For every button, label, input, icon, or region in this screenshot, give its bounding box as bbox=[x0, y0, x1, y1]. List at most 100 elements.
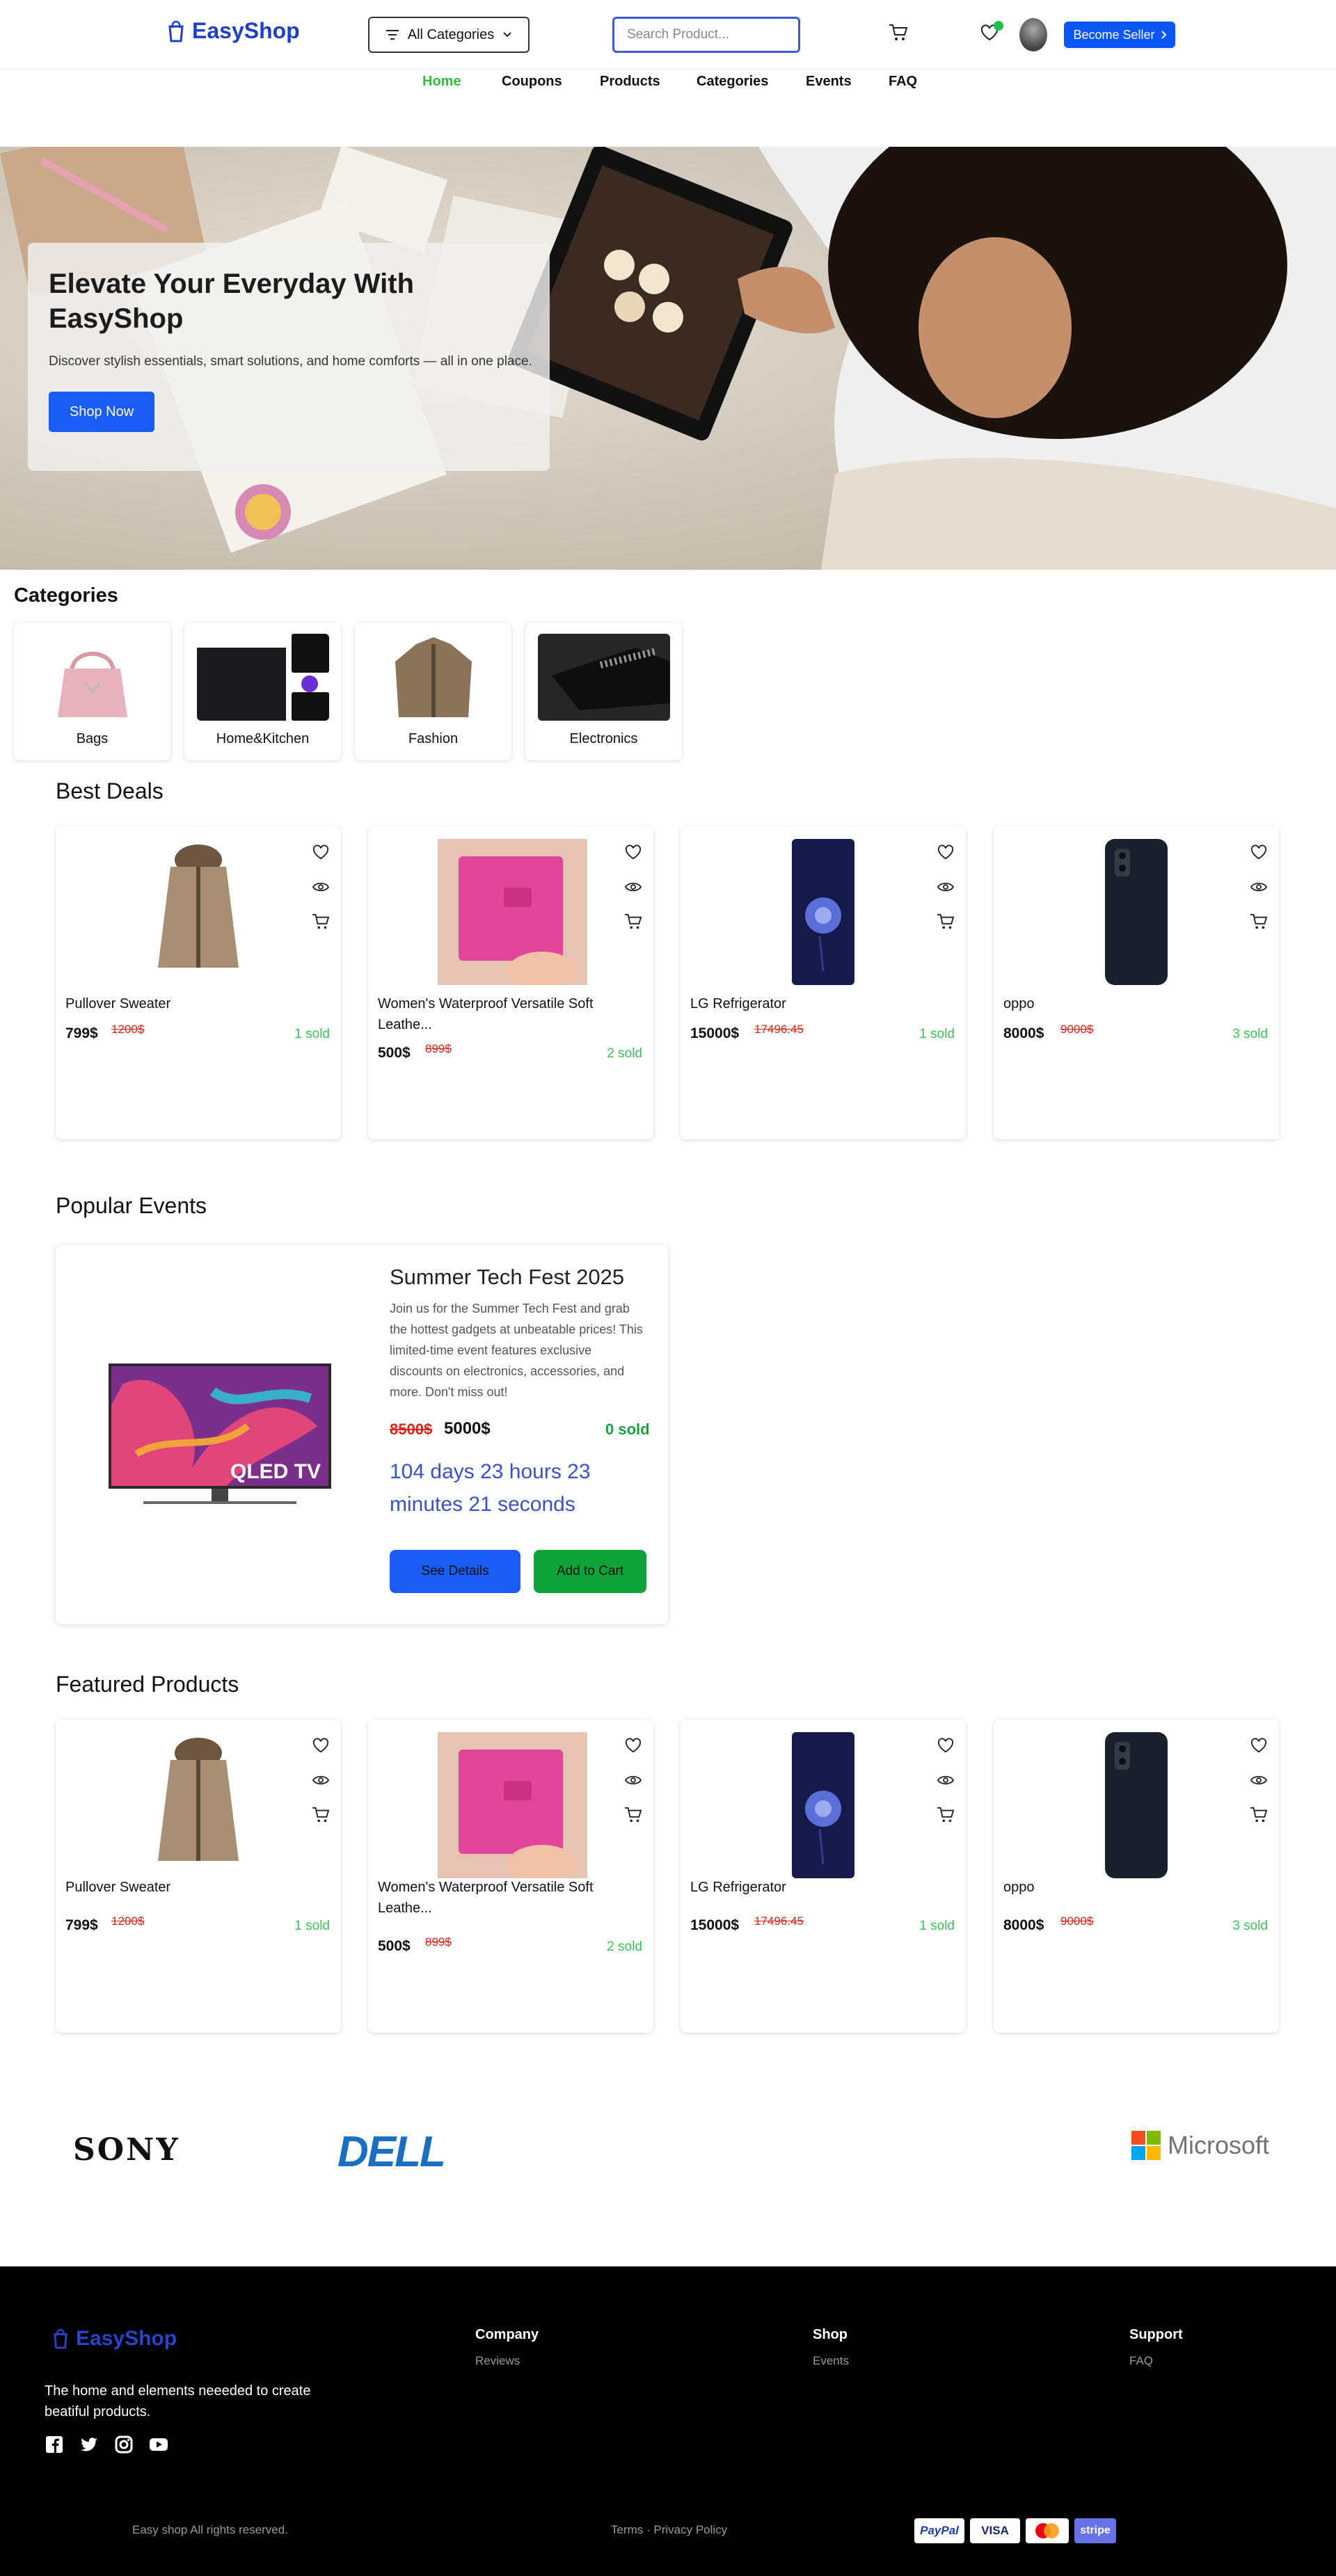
wishlist-button[interactable] bbox=[935, 842, 956, 863]
footer-logo[interactable]: EasyShop bbox=[52, 2327, 177, 2351]
cart-icon bbox=[312, 1807, 330, 1823]
wishlist-button[interactable] bbox=[310, 1735, 331, 1756]
youtube-icon[interactable] bbox=[149, 2435, 168, 2454]
brand-logo-dell: DELL bbox=[337, 2128, 446, 2176]
footer-link-reviews[interactable]: Reviews bbox=[475, 2354, 520, 2368]
become-seller-label: Become Seller bbox=[1073, 27, 1155, 42]
product-name[interactable]: oppo bbox=[1003, 993, 1268, 1014]
search-input[interactable] bbox=[612, 17, 800, 53]
quick-view-button[interactable] bbox=[310, 1770, 331, 1791]
footer-heading-company: Company bbox=[475, 2327, 539, 2342]
product-card[interactable]: LG Refrigerator 15000$ 17496.45 1 sold bbox=[681, 826, 966, 1139]
quick-view-button[interactable] bbox=[1248, 877, 1269, 897]
nav-home[interactable]: Home bbox=[422, 71, 461, 93]
site-header: EasyShop All Categories Become Seller bbox=[0, 0, 1336, 70]
heart-icon bbox=[312, 845, 329, 860]
microsoft-wordmark: Microsoft bbox=[1168, 2131, 1270, 2159]
add-to-cart-button[interactable] bbox=[1248, 1805, 1269, 1825]
product-card[interactable]: Pullover Sweater 799$ 1200$ 1 sold bbox=[56, 1720, 341, 2033]
product-sold-count: 1 sold bbox=[919, 1919, 955, 1933]
add-to-cart-button[interactable] bbox=[310, 1805, 331, 1825]
add-to-cart-button[interactable]: Add to Cart bbox=[534, 1550, 646, 1593]
mastercard-circles-icon bbox=[1035, 2523, 1059, 2538]
product-name[interactable]: oppo bbox=[1003, 1877, 1268, 1898]
product-card[interactable]: Women's Waterproof Versatile Soft Leathe… bbox=[368, 1720, 653, 2033]
product-card[interactable]: Women's Waterproof Versatile Soft Leathe… bbox=[368, 826, 653, 1139]
nav-coupons[interactable]: Coupons bbox=[502, 71, 562, 93]
product-actions bbox=[310, 1735, 331, 1839]
add-to-cart-button[interactable] bbox=[1248, 911, 1269, 932]
logo[interactable]: EasyShop bbox=[167, 18, 300, 44]
shop-now-button[interactable]: Shop Now bbox=[49, 392, 154, 432]
wishlist-button[interactable] bbox=[623, 842, 644, 863]
product-price: 799$ bbox=[65, 1917, 98, 1933]
heart-icon bbox=[312, 1738, 329, 1753]
footer-link-faq[interactable]: FAQ bbox=[1129, 2354, 1153, 2368]
product-name[interactable]: Pullover Sweater bbox=[65, 993, 330, 1014]
cart-icon bbox=[625, 1807, 642, 1823]
wishlist-button[interactable] bbox=[1248, 1735, 1269, 1756]
cart-icon bbox=[889, 24, 908, 40]
add-to-cart-button[interactable] bbox=[935, 911, 956, 932]
wishlist-button[interactable] bbox=[935, 1735, 956, 1756]
brand-logo-microsoft: Microsoft bbox=[1131, 2131, 1269, 2160]
product-price: 15000$ bbox=[690, 1025, 740, 1041]
wishlist-button[interactable] bbox=[310, 842, 331, 863]
nav-products[interactable]: Products bbox=[600, 71, 660, 93]
product-card[interactable]: Pullover Sweater 799$ 1200$ 1 sold bbox=[56, 826, 341, 1139]
cart-icon bbox=[937, 913, 955, 929]
eye-icon bbox=[312, 1775, 329, 1785]
category-card-home-kitchen[interactable]: Home&Kitchen bbox=[184, 623, 341, 760]
product-name[interactable]: Women's Waterproof Versatile Soft Leathe… bbox=[378, 993, 642, 1035]
product-name[interactable]: Women's Waterproof Versatile Soft Leathe… bbox=[378, 1877, 642, 1919]
product-card[interactable]: oppo 8000$ 9000$ 3 sold bbox=[994, 1720, 1279, 2033]
twitter-icon[interactable] bbox=[79, 2435, 99, 2454]
category-card-bags[interactable]: Bags bbox=[14, 623, 170, 760]
wishlist-button[interactable] bbox=[623, 1735, 644, 1756]
quick-view-button[interactable] bbox=[310, 877, 331, 897]
see-details-button[interactable]: See Details bbox=[390, 1550, 520, 1593]
chevron-down-icon bbox=[503, 32, 511, 38]
cart-button[interactable] bbox=[886, 21, 910, 45]
product-name[interactable]: Pullover Sweater bbox=[65, 1877, 330, 1898]
all-categories-dropdown[interactable]: All Categories bbox=[368, 17, 530, 53]
add-to-cart-button[interactable] bbox=[935, 1805, 956, 1825]
product-image-wallet bbox=[438, 1732, 587, 1878]
add-to-cart-button[interactable] bbox=[623, 911, 644, 932]
instagram-icon[interactable] bbox=[114, 2435, 134, 2454]
nav-events[interactable]: Events bbox=[806, 71, 852, 93]
category-card-fashion[interactable]: Fashion bbox=[355, 623, 511, 760]
facebook-icon[interactable] bbox=[45, 2435, 64, 2454]
shopping-bag-icon bbox=[168, 20, 184, 42]
add-to-cart-button[interactable] bbox=[623, 1805, 644, 1825]
quick-view-button[interactable] bbox=[623, 877, 644, 897]
product-image-phone bbox=[1098, 839, 1175, 985]
category-card-electronics[interactable]: Electronics bbox=[525, 623, 682, 760]
product-old-price: 17496.45 bbox=[754, 1023, 804, 1036]
footer-link-events[interactable]: Events bbox=[813, 2354, 849, 2368]
legal-links[interactable]: Terms · Privacy Policy bbox=[611, 2523, 727, 2537]
quick-view-button[interactable] bbox=[1248, 1770, 1269, 1791]
chevron-right-icon bbox=[1161, 31, 1166, 39]
quick-view-button[interactable] bbox=[935, 877, 956, 897]
avatar[interactable] bbox=[1019, 18, 1047, 51]
product-card[interactable]: LG Refrigerator 15000$ 17496.45 1 sold bbox=[681, 1720, 966, 2033]
product-card[interactable]: oppo 8000$ 9000$ 3 sold bbox=[994, 826, 1279, 1139]
become-seller-button[interactable]: Become Seller bbox=[1064, 22, 1175, 48]
quick-view-button[interactable] bbox=[623, 1770, 644, 1791]
wishlist-button[interactable] bbox=[1248, 842, 1269, 863]
nav-categories[interactable]: Categories bbox=[697, 71, 768, 93]
product-old-price: 1200$ bbox=[111, 1023, 145, 1036]
heart-icon bbox=[1250, 1738, 1267, 1753]
nav-faq[interactable]: FAQ bbox=[889, 71, 917, 93]
product-name[interactable]: LG Refrigerator bbox=[690, 1877, 955, 1898]
category-label: Bags bbox=[76, 731, 109, 746]
paypal-badge: PayPal bbox=[914, 2518, 964, 2543]
add-to-cart-button[interactable] bbox=[310, 911, 331, 932]
eye-icon bbox=[1250, 882, 1267, 892]
quick-view-button[interactable] bbox=[935, 1770, 956, 1791]
product-image-phone bbox=[1098, 1732, 1175, 1878]
qled-tv-text: QLED TV bbox=[230, 1460, 321, 1483]
product-name[interactable]: LG Refrigerator bbox=[690, 993, 955, 1014]
hero-panel: Elevate Your Everyday With EasyShop Disc… bbox=[28, 243, 550, 471]
